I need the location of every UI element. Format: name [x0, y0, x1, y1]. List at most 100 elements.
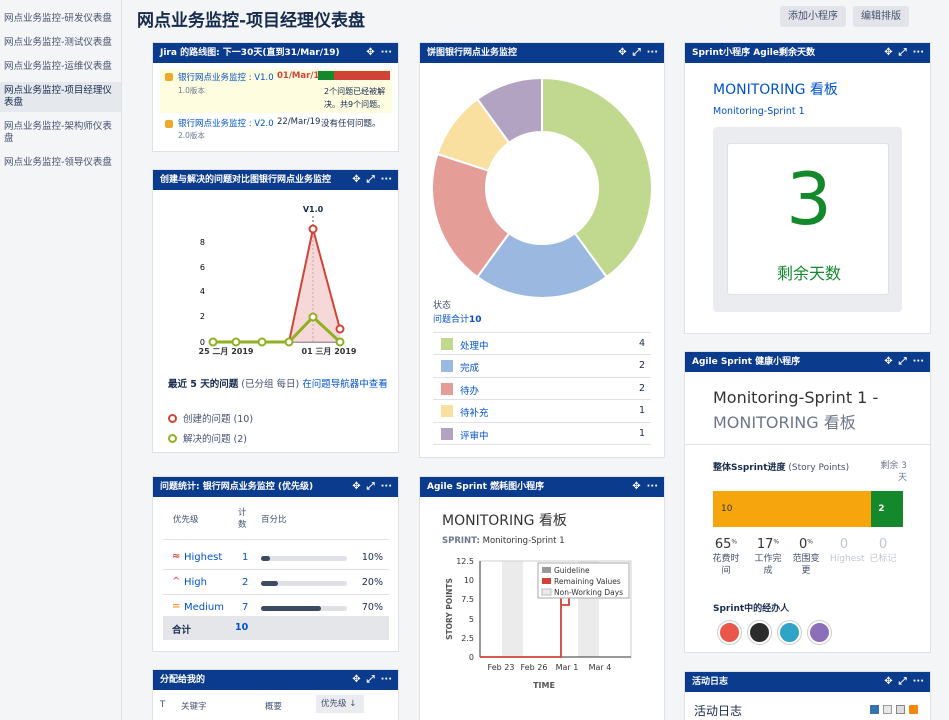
x-tick-label: Feb 23	[488, 663, 515, 672]
move-icon[interactable]: ✥	[366, 47, 374, 58]
remaining-days-note: 剩余 3 天	[880, 461, 907, 483]
days-sprint-link[interactable]: Monitoring-Sprint 1	[713, 106, 805, 117]
expand-icon[interactable]: ⤢	[367, 174, 375, 185]
avatar[interactable]	[778, 621, 801, 644]
sprint-progress-bar: 10 2	[713, 491, 903, 527]
chart-description: 最近 5 天的问题 (已分组 每日) 在问题导航器中查看	[168, 378, 393, 392]
percent-bar-fill	[261, 556, 270, 561]
legend-status-link[interactable]: 完成	[460, 360, 479, 374]
avatar[interactable]	[748, 621, 771, 644]
priority-count-link[interactable]: 7	[242, 602, 248, 613]
sidebar-item[interactable]: 网点业务监控-架构师仪表盘	[0, 118, 121, 148]
filter-icon[interactable]	[896, 705, 905, 714]
expand-icon[interactable]: ⤢	[633, 47, 641, 58]
legend-count: 1	[638, 427, 645, 439]
sidebar-item[interactable]: 网点业务监控-测试仪表盘	[0, 34, 121, 52]
compact-view-icon[interactable]	[883, 705, 892, 714]
legend-marker	[168, 434, 177, 443]
more-icon[interactable]: ···	[381, 47, 392, 58]
move-icon[interactable]: ✥	[352, 481, 360, 492]
gadget-controls: ✥ ⤢ ···	[870, 352, 930, 372]
priority-count-link[interactable]: 1	[242, 552, 248, 563]
total-row: 合计 10	[163, 616, 389, 640]
gadget-header: Sprint小程序 Agile剩余天数 ✥ ⤢ ···	[685, 43, 930, 63]
legend-label: Remaining Values	[554, 577, 621, 586]
rss-icon[interactable]	[909, 705, 918, 714]
col-header-priority[interactable]: 优先级 ↓	[316, 695, 364, 713]
expand-icon[interactable]: ⤢	[899, 47, 907, 58]
legend-swatch	[441, 382, 453, 395]
stat-label: 工作完成	[754, 554, 782, 576]
priority-name-link[interactable]: Medium	[184, 602, 224, 613]
roadmap-release-date: 22/Mar/19	[277, 117, 321, 127]
resolved-point	[208, 337, 218, 347]
pie-legend: 处理中 4 完成 2 待办 2 待补充 1 评审中 1	[433, 332, 651, 445]
gadget-controls: ✥ ⤢ ···	[870, 672, 930, 692]
col-header-priority-label: 优先级	[321, 699, 347, 709]
days-label: 剩余天数	[776, 264, 841, 283]
expand-icon[interactable]: ⤢	[367, 674, 375, 685]
col-header-summary[interactable]: 概要	[265, 700, 282, 712]
avatar[interactable]	[718, 621, 741, 644]
stat-label: 范围变更	[792, 554, 820, 576]
gadget-controls: ✥ ⤢ ···	[870, 43, 930, 63]
more-icon[interactable]: ···	[913, 47, 924, 58]
sidebar-item[interactable]: 网点业务监控-运维仪表盘	[0, 58, 121, 76]
roadmap-progress-bar	[318, 71, 390, 80]
move-icon[interactable]: ✥	[884, 356, 892, 367]
gadget-title: Sprint小程序 Agile剩余天数	[692, 48, 815, 58]
sidebar-item[interactable]: 网点业务监控-领导仪表盘	[0, 154, 121, 172]
progress-todo-segment: 10	[713, 491, 872, 527]
priority-name-link[interactable]: Highest	[184, 552, 222, 563]
sidebar-item[interactable]: 网点业务监控-项目经理仪表盘	[0, 82, 121, 112]
y-tick-label: 8	[200, 238, 205, 247]
move-icon[interactable]: ✥	[884, 676, 892, 687]
col-header-count: 计数	[238, 508, 247, 530]
more-icon[interactable]: ···	[381, 174, 392, 185]
gadget-title: Jira 的路线图: 下一30天(直到31/Mar/19)	[160, 48, 340, 58]
move-icon[interactable]: ✥	[884, 47, 892, 58]
col-header-key[interactable]: 关键字	[181, 700, 207, 712]
legend-status-link[interactable]: 待办	[460, 383, 479, 397]
legend-status-link[interactable]: 评审中	[460, 428, 489, 442]
done-count: 2	[878, 504, 885, 514]
expand-icon[interactable]: ⤢	[899, 676, 907, 687]
add-gadget-button[interactable]: 添加小程序	[780, 6, 846, 27]
edit-layout-button[interactable]: 编辑排版	[853, 6, 909, 27]
legend-count: 2	[638, 382, 645, 394]
legend-count: 2	[638, 360, 645, 372]
move-icon[interactable]: ✥	[618, 47, 626, 58]
divider	[685, 444, 930, 445]
move-icon[interactable]: ✥	[632, 481, 640, 492]
move-icon[interactable]: ✥	[352, 174, 360, 185]
more-icon[interactable]: ···	[647, 47, 658, 58]
total-count[interactable]: 10	[235, 622, 248, 633]
roadmap-version-link[interactable]: 银行网点业务监控 : V2.0	[178, 117, 274, 129]
legend-label: 创建的问题 (10)	[183, 414, 254, 425]
days-board-link[interactable]: MONITORING 看板	[713, 79, 838, 99]
view-in-navigator-link[interactable]: 在问题导航器中查看	[302, 379, 388, 390]
legend-status-link[interactable]: 待补充	[460, 405, 489, 419]
resolved-point	[308, 312, 318, 322]
expand-icon[interactable]: ⤢	[899, 356, 907, 367]
stat-value: 0	[839, 537, 849, 552]
priority-name-link[interactable]: High	[184, 577, 207, 588]
double-chevron-up-icon: ≈	[172, 551, 181, 562]
roadmap-version-link[interactable]: 银行网点业务监控 : V1.0	[178, 71, 274, 83]
more-icon[interactable]: ···	[381, 674, 392, 685]
move-icon[interactable]: ✥	[352, 674, 360, 685]
avatar[interactable]	[808, 621, 831, 644]
created-point	[308, 224, 318, 234]
more-icon[interactable]: ···	[381, 481, 392, 492]
created-point	[335, 324, 345, 334]
more-icon[interactable]: ···	[913, 356, 924, 367]
sidebar-item[interactable]: 网点业务监控-研发仪表盘	[0, 10, 121, 28]
sprint-stat: 0% 范围变更	[786, 537, 826, 577]
list-view-icon[interactable]	[870, 705, 879, 714]
col-header-type: T	[160, 700, 166, 710]
expand-icon[interactable]: ⤢	[367, 481, 375, 492]
more-icon[interactable]: ···	[913, 676, 924, 687]
priority-count-link[interactable]: 2	[242, 577, 248, 588]
legend-status-link[interactable]: 处理中	[460, 338, 489, 352]
more-icon[interactable]: ···	[647, 481, 658, 492]
